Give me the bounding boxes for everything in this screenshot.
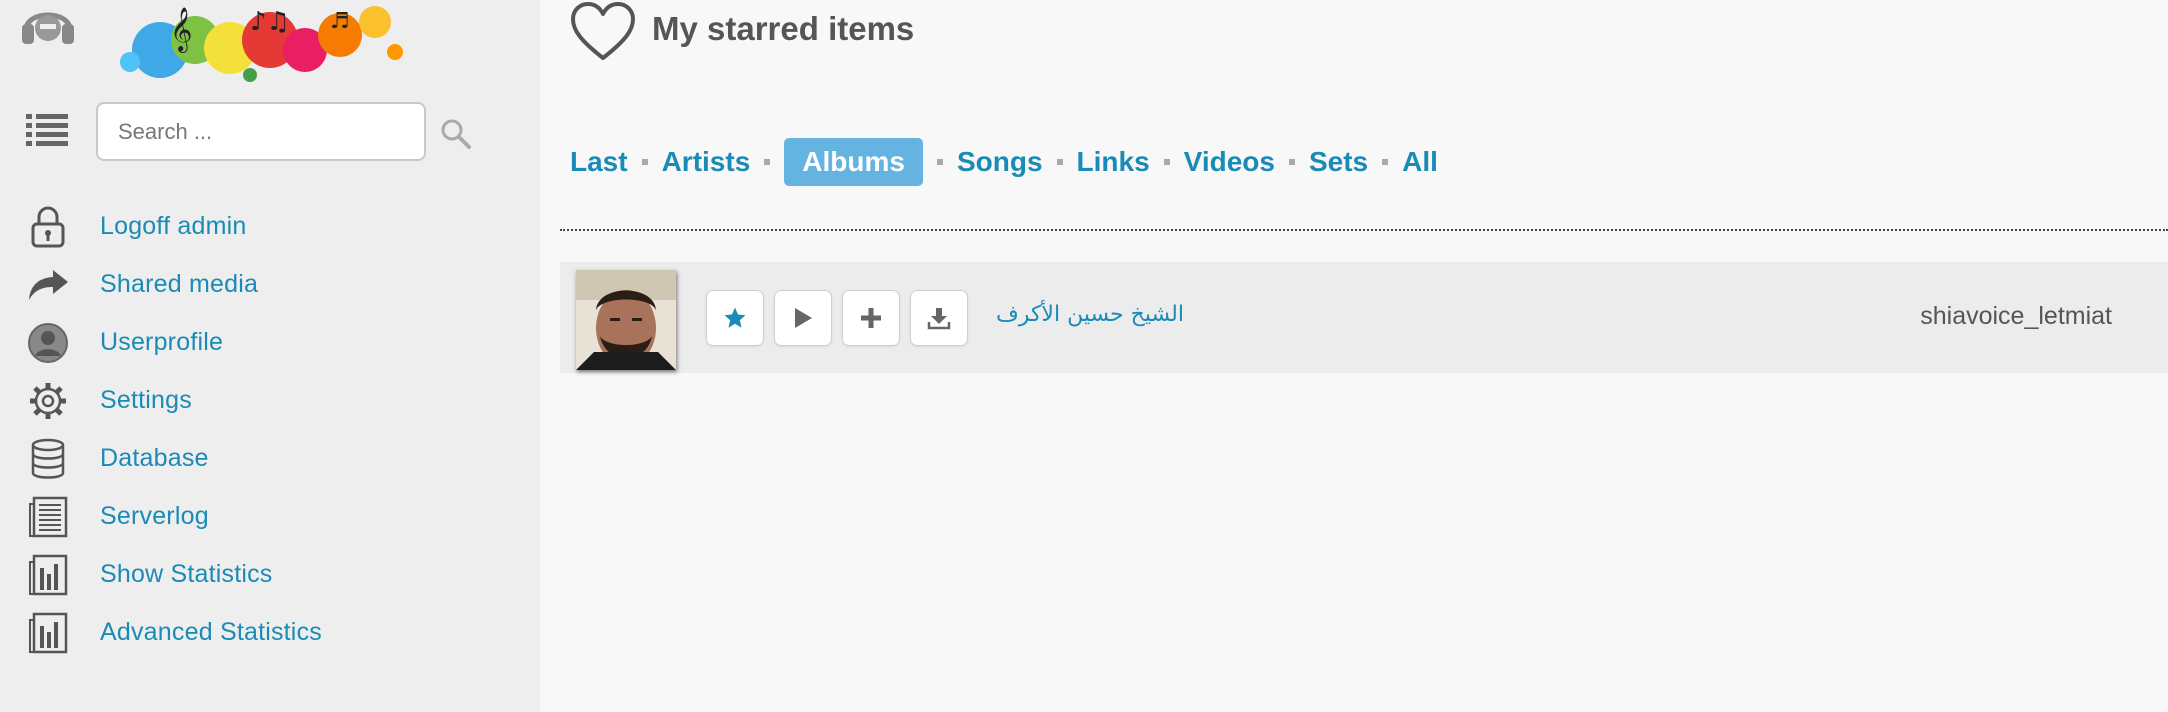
color-splash-logo: 𝄞 ♪♫ ♬ bbox=[120, 6, 403, 82]
play-button[interactable] bbox=[774, 290, 832, 346]
add-button[interactable] bbox=[842, 290, 900, 346]
search-input[interactable] bbox=[96, 102, 426, 161]
download-button[interactable] bbox=[910, 290, 968, 346]
user-icon bbox=[26, 321, 70, 365]
sidebar-item-advanced-statistics[interactable]: Advanced Statistics bbox=[0, 603, 540, 661]
tab-separator bbox=[1163, 159, 1170, 165]
heart-icon bbox=[571, 2, 635, 60]
sidebar-item-shared-media[interactable]: Shared media bbox=[0, 255, 540, 313]
statistics-icon bbox=[26, 553, 70, 597]
log-icon bbox=[26, 495, 70, 539]
tab-separator bbox=[936, 159, 943, 165]
sidebar-item-show-statistics[interactable]: Show Statistics bbox=[0, 545, 540, 603]
sidebar-item-serverlog[interactable]: Serverlog bbox=[0, 487, 540, 545]
sidebar: 𝄞 ♪♫ ♬ Logoff admin bbox=[0, 0, 540, 712]
album-cover[interactable] bbox=[576, 270, 676, 370]
album-cover-image bbox=[576, 270, 676, 370]
tab-videos[interactable]: Videos bbox=[1184, 146, 1275, 178]
sidebar-item-label: Advanced Statistics bbox=[100, 617, 322, 646]
list-menu-icon[interactable] bbox=[26, 112, 68, 148]
sidebar-item-label: Userprofile bbox=[100, 327, 224, 356]
tab-all[interactable]: All bbox=[1402, 146, 1438, 178]
tab-artists[interactable]: Artists bbox=[662, 146, 751, 178]
star-icon bbox=[724, 307, 746, 328]
tab-sets[interactable]: Sets bbox=[1309, 146, 1368, 178]
table-row: الشيخ حسين الأكرف shiavoice_letmiat bbox=[560, 262, 2168, 373]
search-icon[interactable] bbox=[440, 118, 472, 150]
svg-text:𝄞: 𝄞 bbox=[170, 7, 192, 53]
tab-separator bbox=[1288, 159, 1295, 165]
starred-tabs: Last Artists Albums Songs Links Videos S… bbox=[570, 138, 1438, 186]
album-title-link[interactable]: الشيخ حسين الأكرف bbox=[996, 302, 1184, 327]
tab-separator bbox=[1382, 159, 1389, 165]
sidebar-nav: Logoff admin Shared media Userprofile Se… bbox=[0, 197, 540, 661]
sidebar-item-settings[interactable]: Settings bbox=[0, 371, 540, 429]
sidebar-item-database[interactable]: Database bbox=[0, 429, 540, 487]
tab-last[interactable]: Last bbox=[570, 146, 628, 178]
tab-separator bbox=[764, 159, 771, 165]
plus-icon bbox=[861, 308, 881, 328]
sidebar-item-label: Show Statistics bbox=[100, 559, 273, 588]
svg-text:♪♫: ♪♫ bbox=[250, 7, 290, 37]
statistics-icon bbox=[26, 611, 70, 655]
star-button[interactable] bbox=[706, 290, 764, 346]
album-artist: shiavoice_letmiat bbox=[1920, 302, 2112, 330]
svg-text:♬: ♬ bbox=[330, 9, 350, 34]
sidebar-item-label: Database bbox=[100, 443, 209, 472]
sidebar-item-label: Serverlog bbox=[100, 501, 209, 530]
tab-separator bbox=[1056, 159, 1063, 165]
tab-albums[interactable]: Albums bbox=[784, 138, 923, 186]
database-icon bbox=[26, 437, 70, 481]
tab-songs[interactable]: Songs bbox=[957, 146, 1043, 178]
page-title: My starred items bbox=[652, 10, 915, 47]
tab-links[interactable]: Links bbox=[1077, 146, 1150, 178]
gear-icon bbox=[26, 379, 70, 423]
sidebar-item-label: Shared media bbox=[100, 269, 259, 298]
sidebar-item-userprofile[interactable]: Userprofile bbox=[0, 313, 540, 371]
headphones-logo-icon bbox=[22, 12, 74, 44]
play-icon bbox=[795, 308, 812, 328]
lock-icon bbox=[26, 205, 70, 249]
sidebar-item-label: Settings bbox=[100, 385, 192, 414]
sidebar-item-label: Logoff admin bbox=[100, 211, 247, 240]
download-icon bbox=[927, 308, 951, 330]
share-icon bbox=[26, 263, 70, 307]
main-content: My starred items Last Artists Albums Son… bbox=[540, 0, 2168, 712]
sidebar-item-logoff[interactable]: Logoff admin bbox=[0, 197, 540, 255]
section-divider bbox=[560, 229, 2168, 231]
tab-separator bbox=[641, 159, 648, 165]
